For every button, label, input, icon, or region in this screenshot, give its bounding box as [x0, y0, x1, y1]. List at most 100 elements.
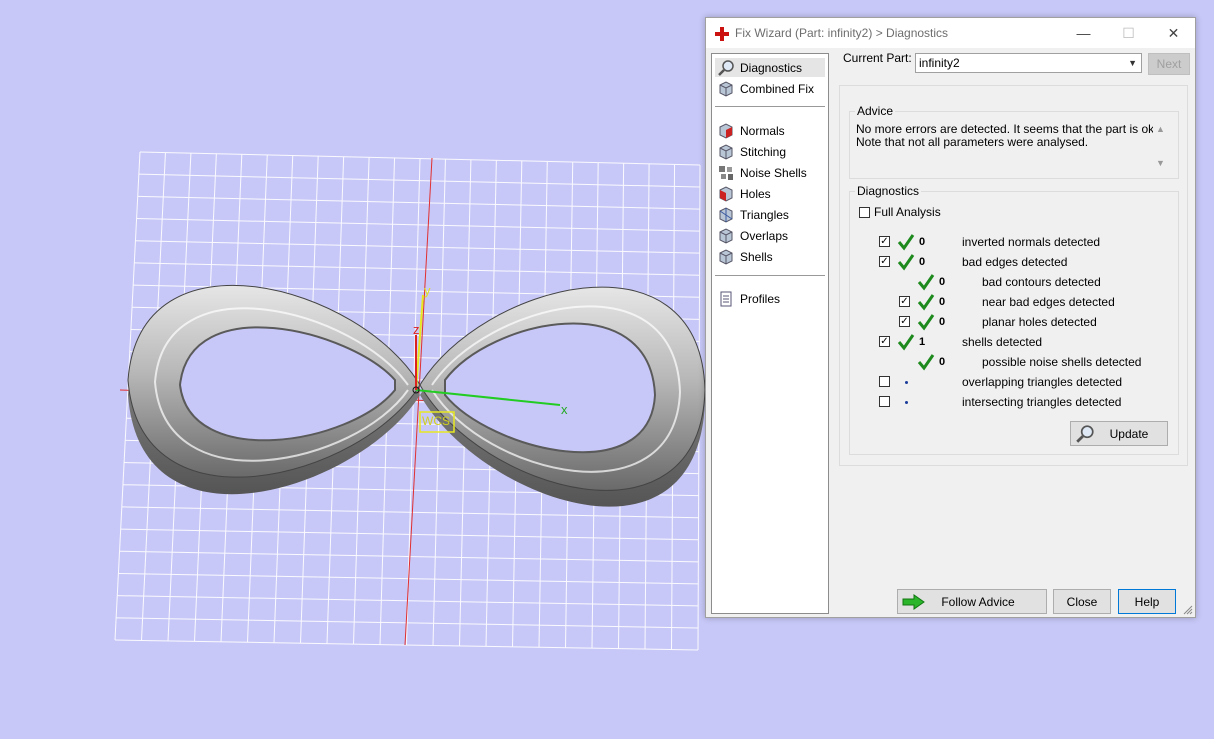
- bad-edges-checkbox[interactable]: ✓: [879, 256, 890, 267]
- normals-cube-icon: [719, 122, 733, 139]
- sidebar-divider: [715, 275, 825, 276]
- inverted-normals-count: 0: [919, 236, 926, 248]
- near-bad-edges-checkbox[interactable]: ✓: [899, 296, 910, 307]
- sidebar-item-label: Combined Fix: [740, 81, 815, 96]
- pending-dot-icon: [905, 381, 908, 384]
- sidebar-divider: [715, 106, 825, 107]
- near-bad-edges-count: 0: [939, 296, 946, 308]
- sidebar-item-diagnostics[interactable]: Diagnostics: [715, 58, 825, 77]
- advice-scrollbar[interactable]: ▲ ▼: [1153, 123, 1169, 171]
- green-check-icon: [917, 274, 935, 291]
- shells-cube-icon: [719, 248, 733, 265]
- shells-count: 1: [919, 336, 926, 348]
- advice-text: No more errors are detected. It seems th…: [856, 123, 1170, 173]
- scroll-down-icon[interactable]: ▼: [1156, 158, 1165, 168]
- title-bar[interactable]: Fix Wizard (Part: infinity2) > Diagnosti…: [706, 18, 1195, 48]
- red-cross-icon: [715, 27, 729, 41]
- green-check-icon: [917, 354, 935, 371]
- sidebar-item-normals[interactable]: Normals: [715, 121, 825, 140]
- sidebar-item-combined-fix[interactable]: Combined Fix: [715, 79, 825, 98]
- green-check-icon: [897, 334, 915, 351]
- near-bad-edges-label: near bad edges detected: [982, 295, 1115, 309]
- planar-holes-label: planar holes detected: [982, 315, 1097, 329]
- wcs-label: WCS: [422, 414, 450, 428]
- sidebar-item-overlaps[interactable]: Overlaps: [715, 226, 825, 245]
- sidebar-item-label: Stitching: [740, 144, 787, 159]
- sidebar-item-label: Diagnostics: [740, 60, 803, 75]
- advice-line: Note that not all parameters were analys…: [856, 135, 1089, 149]
- sidebar-item-label: Noise Shells: [740, 165, 807, 180]
- current-part-value: infinity2: [919, 56, 960, 70]
- planar-holes-count: 0: [939, 316, 946, 328]
- full-analysis-checkbox[interactable]: [859, 207, 870, 218]
- intersecting-triangles-label: intersecting triangles detected: [962, 395, 1122, 409]
- z-axis-label: z: [413, 322, 420, 337]
- fix-steps-sidebar: Diagnostics Combined Fix Normals Stitchi…: [711, 53, 829, 614]
- sidebar-item-label: Overlaps: [740, 228, 789, 243]
- y-axis-label: y: [424, 283, 431, 298]
- current-part-label: Current Part:: [843, 51, 912, 65]
- bad-edges-label: bad edges detected: [962, 255, 1068, 269]
- overlaps-cube-icon: [719, 227, 733, 244]
- green-check-icon: [917, 314, 935, 331]
- sidebar-item-profiles[interactable]: Profiles: [715, 289, 825, 308]
- current-part-select[interactable]: infinity2 ▼: [915, 53, 1142, 73]
- help-button[interactable]: Help: [1118, 589, 1176, 614]
- sidebar-item-label: Holes: [740, 186, 771, 201]
- green-arrow-icon: [902, 594, 925, 610]
- sidebar-item-label: Profiles: [740, 291, 781, 306]
- inverted-normals-checkbox[interactable]: ✓: [879, 236, 890, 247]
- follow-advice-label: Follow Advice: [941, 594, 1015, 609]
- follow-advice-button[interactable]: Follow Advice: [897, 589, 1047, 614]
- resize-grip-icon[interactable]: [1183, 605, 1193, 615]
- advice-title: Advice: [855, 104, 896, 118]
- bad-contours-label: bad contours detected: [982, 275, 1101, 289]
- green-check-icon: [897, 254, 915, 271]
- sidebar-item-label: Triangles: [740, 207, 789, 222]
- sidebar-item-noise-shells[interactable]: Noise Shells: [715, 163, 825, 182]
- bad-contours-count: 0: [939, 276, 946, 288]
- sidebar-item-shells[interactable]: Shells: [715, 247, 825, 266]
- noise-shells-count: 0: [939, 356, 946, 368]
- full-analysis-label: Full Analysis: [874, 205, 941, 219]
- close-window-button[interactable]: ✕: [1151, 18, 1196, 48]
- noise-shells-icon: [719, 165, 733, 180]
- shells-checkbox[interactable]: ✓: [879, 336, 890, 347]
- x-axis-label: x: [561, 402, 568, 417]
- sidebar-item-label: Shells: [740, 249, 773, 264]
- pending-dot-icon: [905, 401, 908, 404]
- update-button[interactable]: Update: [1070, 421, 1168, 446]
- overlapping-triangles-label: overlapping triangles detected: [962, 375, 1123, 389]
- document-icon: [720, 291, 732, 306]
- green-check-icon: [917, 294, 935, 311]
- close-button[interactable]: Close: [1053, 589, 1111, 614]
- infinity-part-model: [127, 284, 706, 507]
- shells-label: shells detected: [962, 335, 1043, 349]
- scroll-up-icon[interactable]: ▲: [1156, 124, 1165, 134]
- noise-shells-label: possible noise shells detected: [982, 355, 1142, 369]
- sidebar-item-label: Normals: [740, 123, 785, 138]
- bad-edges-count: 0: [919, 256, 926, 268]
- window-title: Fix Wizard (Part: infinity2) > Diagnosti…: [735, 26, 949, 40]
- maximize-button[interactable]: ☐: [1106, 18, 1151, 48]
- fix-wizard-dialog: Fix Wizard (Part: infinity2) > Diagnosti…: [705, 17, 1196, 618]
- next-button[interactable]: Next: [1148, 53, 1190, 75]
- planar-holes-checkbox[interactable]: ✓: [899, 316, 910, 327]
- stitching-cube-icon: [719, 143, 733, 160]
- update-button-label: Update: [1109, 426, 1149, 441]
- green-check-icon: [897, 234, 915, 251]
- minimize-button[interactable]: —: [1061, 18, 1106, 48]
- diagnostics-title: Diagnostics: [855, 184, 922, 198]
- sidebar-item-triangles[interactable]: Triangles: [715, 205, 825, 224]
- magnifier-icon: [718, 59, 734, 76]
- overlapping-triangles-checkbox[interactable]: [879, 376, 890, 387]
- chevron-down-icon: ▼: [1128, 58, 1137, 68]
- intersecting-triangles-checkbox[interactable]: [879, 396, 890, 407]
- sidebar-item-holes[interactable]: Holes: [715, 184, 825, 203]
- cube-icon: [719, 80, 733, 97]
- holes-cube-icon: [719, 185, 733, 202]
- sidebar-item-stitching[interactable]: Stitching: [715, 142, 825, 161]
- magnifier-icon: [1076, 425, 1094, 443]
- inverted-normals-label: inverted normals detected: [962, 235, 1101, 249]
- triangles-cube-icon: [719, 206, 733, 223]
